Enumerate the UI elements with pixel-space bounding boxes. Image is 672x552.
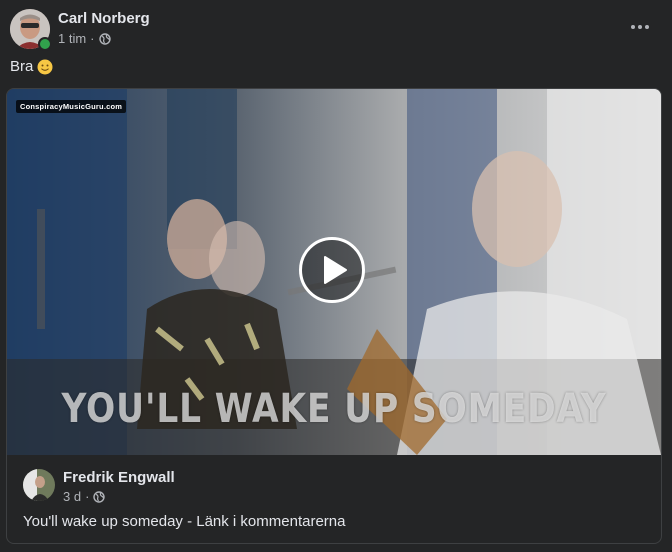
- post-author-name[interactable]: Carl Norberg: [58, 10, 150, 27]
- video-watermark: ConspiracyMusicGuru.com: [16, 100, 127, 113]
- dot-icon: [631, 25, 635, 29]
- video-player[interactable]: ConspiracyMusicGuru.com YOU'LL WAKE UP S…: [7, 89, 661, 455]
- shared-post-card[interactable]: ConspiracyMusicGuru.com YOU'LL WAKE UP S…: [6, 88, 662, 544]
- post-meta: 1 tim ·: [58, 31, 111, 46]
- meta-separator: ·: [85, 489, 90, 504]
- post-text: Bra: [10, 58, 53, 75]
- post-timestamp[interactable]: 1 tim: [58, 31, 86, 46]
- play-icon: [324, 256, 347, 284]
- shared-author-name[interactable]: Fredrik Engwall: [63, 469, 175, 486]
- post-text-content: Bra: [10, 58, 34, 75]
- dot-icon: [645, 25, 649, 29]
- meta-separator: ·: [90, 31, 95, 46]
- globe-icon[interactable]: [93, 490, 106, 503]
- online-status-indicator: [38, 37, 52, 51]
- dot-icon: [638, 25, 642, 29]
- play-button[interactable]: [299, 237, 365, 303]
- post-options-button[interactable]: [622, 12, 658, 42]
- shared-post-text: You'll wake up someday - Länk i kommenta…: [23, 513, 346, 530]
- slightly-smiling-face-icon: [37, 59, 53, 74]
- globe-icon[interactable]: [98, 32, 111, 45]
- shared-author-avatar[interactable]: [23, 469, 55, 501]
- shared-post-timestamp[interactable]: 3 d: [63, 489, 81, 504]
- shared-post-meta: 3 d ·: [63, 489, 106, 504]
- feed-post: Carl Norberg 1 tim · Bra ConspiracyMusic…: [0, 0, 672, 552]
- video-caption: YOU'LL WAKE UP SOMEDAY: [61, 386, 607, 432]
